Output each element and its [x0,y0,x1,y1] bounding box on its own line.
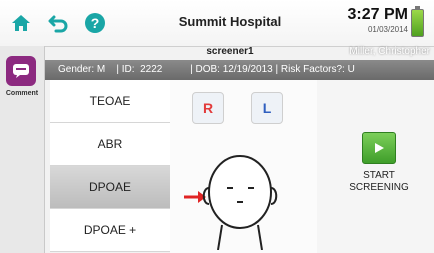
test-dpoae[interactable]: DPOAE [50,166,180,209]
comment-icon [13,64,29,78]
help-icon: ? [85,13,105,33]
start-label-line1: START [363,170,395,181]
right-ear-button[interactable]: R [192,92,224,124]
top-bar: ? Summit Hospital 3:27 PM 01/03/2014 [0,0,434,47]
battery-icon [411,6,424,37]
comment-label: Comment [5,90,39,97]
patient-info-bar: Gender: M | ID: 2222 | DOB: 12/19/2013 |… [44,60,434,80]
left-sidebar: Comment [0,46,45,253]
test-teoae[interactable]: TEOAE [50,80,170,123]
svg-text:?: ? [91,15,100,31]
clock-time: 3:27 PM [347,6,408,23]
test-list: TEOAE ABR DPOAE DPOAE + [50,80,180,252]
start-label-line2: SCREENING [349,182,409,193]
help-button[interactable]: ? [80,8,110,38]
test-dpoae-plus[interactable]: DPOAE + [50,209,170,252]
ear-selection-panel: R L [170,80,317,253]
play-icon [375,143,384,153]
back-icon [48,15,68,33]
test-abr[interactable]: ABR [50,123,170,166]
hospital-name: Summit Hospital [178,14,282,29]
back-button[interactable] [44,8,74,38]
start-screening-button[interactable] [362,132,396,164]
home-icon [12,15,30,31]
screener-name: screener1 [206,46,254,57]
patient-info: Gender: M | ID: 2222 | DOB: 12/19/2013 |… [58,64,355,75]
start-screening-label[interactable]: START SCREENING [340,170,418,194]
head-diagram [184,155,278,250]
patient-name: Miller, Christopher [349,46,430,57]
clock-date: 01/03/2014 [367,25,408,34]
left-ear-button[interactable]: L [251,92,283,124]
home-button[interactable] [6,8,36,38]
comment-button[interactable] [6,56,36,86]
action-panel [317,80,434,253]
